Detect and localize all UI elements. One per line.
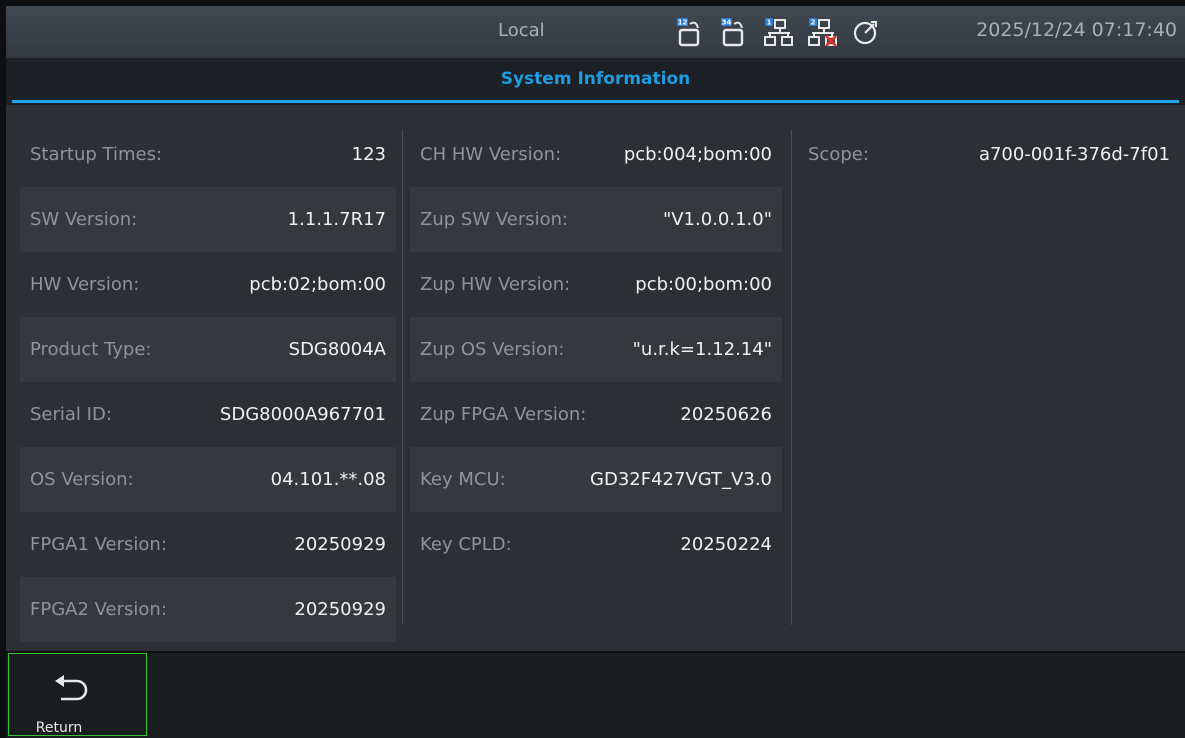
info-label: Zup FPGA Version: <box>420 404 587 425</box>
info-value: pcb:004;bom:00 <box>623 144 772 165</box>
info-row-product-type: Product Type: SDG8004A <box>20 317 396 382</box>
info-column-2: CH HW Version: pcb:004;bom:00 Zup SW Vers… <box>410 122 782 577</box>
return-label: Return <box>35 720 83 736</box>
info-row-zup-sw-version: Zup SW Version: "V1.0.0.1.0" <box>410 187 782 252</box>
info-row-serial-id: Serial ID: SDG8000A967701 <box>20 382 396 447</box>
page-title: System Information <box>500 69 691 89</box>
info-label: FPGA2 Version: <box>30 599 167 620</box>
info-label: Scope: <box>808 144 869 165</box>
column-divider <box>402 130 403 625</box>
page-header: System Information <box>6 58 1185 105</box>
info-row-startup-times: Startup Times: 123 <box>20 122 396 187</box>
svg-text:12: 12 <box>678 19 688 27</box>
info-value: 20250626 <box>680 404 772 425</box>
lan-1-icon: 1 <box>764 18 793 46</box>
datetime-display: 2025/12/24 07:17:40 <box>976 19 1177 41</box>
usb-34-icon: 34 <box>721 18 744 47</box>
info-value: 04.101.**.08 <box>270 469 386 490</box>
info-value: 20250224 <box>680 534 772 555</box>
info-column-1: Startup Times: 123 SW Version: 1.1.1.7R17 … <box>20 122 396 642</box>
lan-2-disconnected-icon: 2 <box>808 18 837 47</box>
return-arrow-icon <box>55 675 88 701</box>
info-value: a700-001f-376d-7f01 <box>978 144 1170 165</box>
info-value: 20250929 <box>294 534 386 555</box>
info-value: pcb:02;bom:00 <box>249 274 386 295</box>
info-value: 123 <box>351 144 386 165</box>
info-row-sw-version: SW Version: 1.1.1.7R17 <box>20 187 396 252</box>
info-label: Product Type: <box>30 339 152 360</box>
softkey-bar: Return <box>6 653 1185 738</box>
info-panel: Startup Times: 123 SW Version: 1.1.1.7R17 … <box>6 105 1185 651</box>
info-value: "V1.0.0.1.0" <box>662 209 772 230</box>
info-label: Zup OS Version: <box>420 339 565 360</box>
title-underline <box>12 100 1179 103</box>
info-label: Key MCU: <box>420 469 506 490</box>
mode-indicator: Local <box>498 20 545 41</box>
svg-text:2: 2 <box>811 19 816 27</box>
info-label: Serial ID: <box>30 404 112 425</box>
info-row-ch-hw-version: CH HW Version: pcb:004;bom:00 <box>410 122 782 187</box>
timer-icon <box>853 21 877 45</box>
info-value: GD32F427VGT_V3.0 <box>590 469 772 490</box>
info-value: pcb:00;bom:00 <box>635 274 772 295</box>
info-row-fpga1-version: FPGA1 Version: 20250929 <box>20 512 396 577</box>
column-divider <box>791 130 792 625</box>
info-row-fpga2-version: FPGA2 Version: 20250929 <box>20 577 396 642</box>
info-value: 20250929 <box>294 599 386 620</box>
info-label: SW Version: <box>30 209 138 230</box>
info-label: CH HW Version: <box>420 144 562 165</box>
info-row-zup-hw-version: Zup HW Version: pcb:00;bom:00 <box>410 252 782 317</box>
info-value: SDG8004A <box>288 339 386 360</box>
info-label: Zup HW Version: <box>420 274 571 295</box>
info-label: Startup Times: <box>30 144 163 165</box>
info-row-zup-os-version: Zup OS Version: "u.r.k=1.12.14" <box>410 317 782 382</box>
info-row-zup-fpga-version: Zup FPGA Version: 20250626 <box>410 382 782 447</box>
info-column-3: Scope: a700-001f-376d-7f01 <box>798 122 1180 187</box>
info-label: OS Version: <box>30 469 134 490</box>
info-value: 1.1.1.7R17 <box>287 209 386 230</box>
svg-text:1: 1 <box>767 19 772 27</box>
info-label: Zup SW Version: <box>420 209 569 230</box>
info-row-key-mcu: Key MCU: GD32F427VGT_V3.0 <box>410 447 782 512</box>
info-value: SDG8000A967701 <box>219 404 386 425</box>
info-label: Key CPLD: <box>420 534 512 555</box>
info-row-hw-version: HW Version: pcb:02;bom:00 <box>20 252 396 317</box>
status-icons: 12 34 1 2 <box>674 16 882 48</box>
status-bar: Local 12 34 1 2 2025/12/24 07:17:40 <box>6 6 1185 58</box>
info-row-key-cpld: Key CPLD: 20250224 <box>410 512 782 577</box>
return-button[interactable]: Return <box>8 653 147 736</box>
info-label: FPGA1 Version: <box>30 534 167 555</box>
info-row-os-version: OS Version: 04.101.**.08 <box>20 447 396 512</box>
info-label: HW Version: <box>30 274 140 295</box>
usb-12-icon: 12 <box>677 18 700 47</box>
svg-text:34: 34 <box>722 19 732 27</box>
info-row-scope: Scope: a700-001f-376d-7f01 <box>798 122 1180 187</box>
info-value: "u.r.k=1.12.14" <box>632 339 772 360</box>
